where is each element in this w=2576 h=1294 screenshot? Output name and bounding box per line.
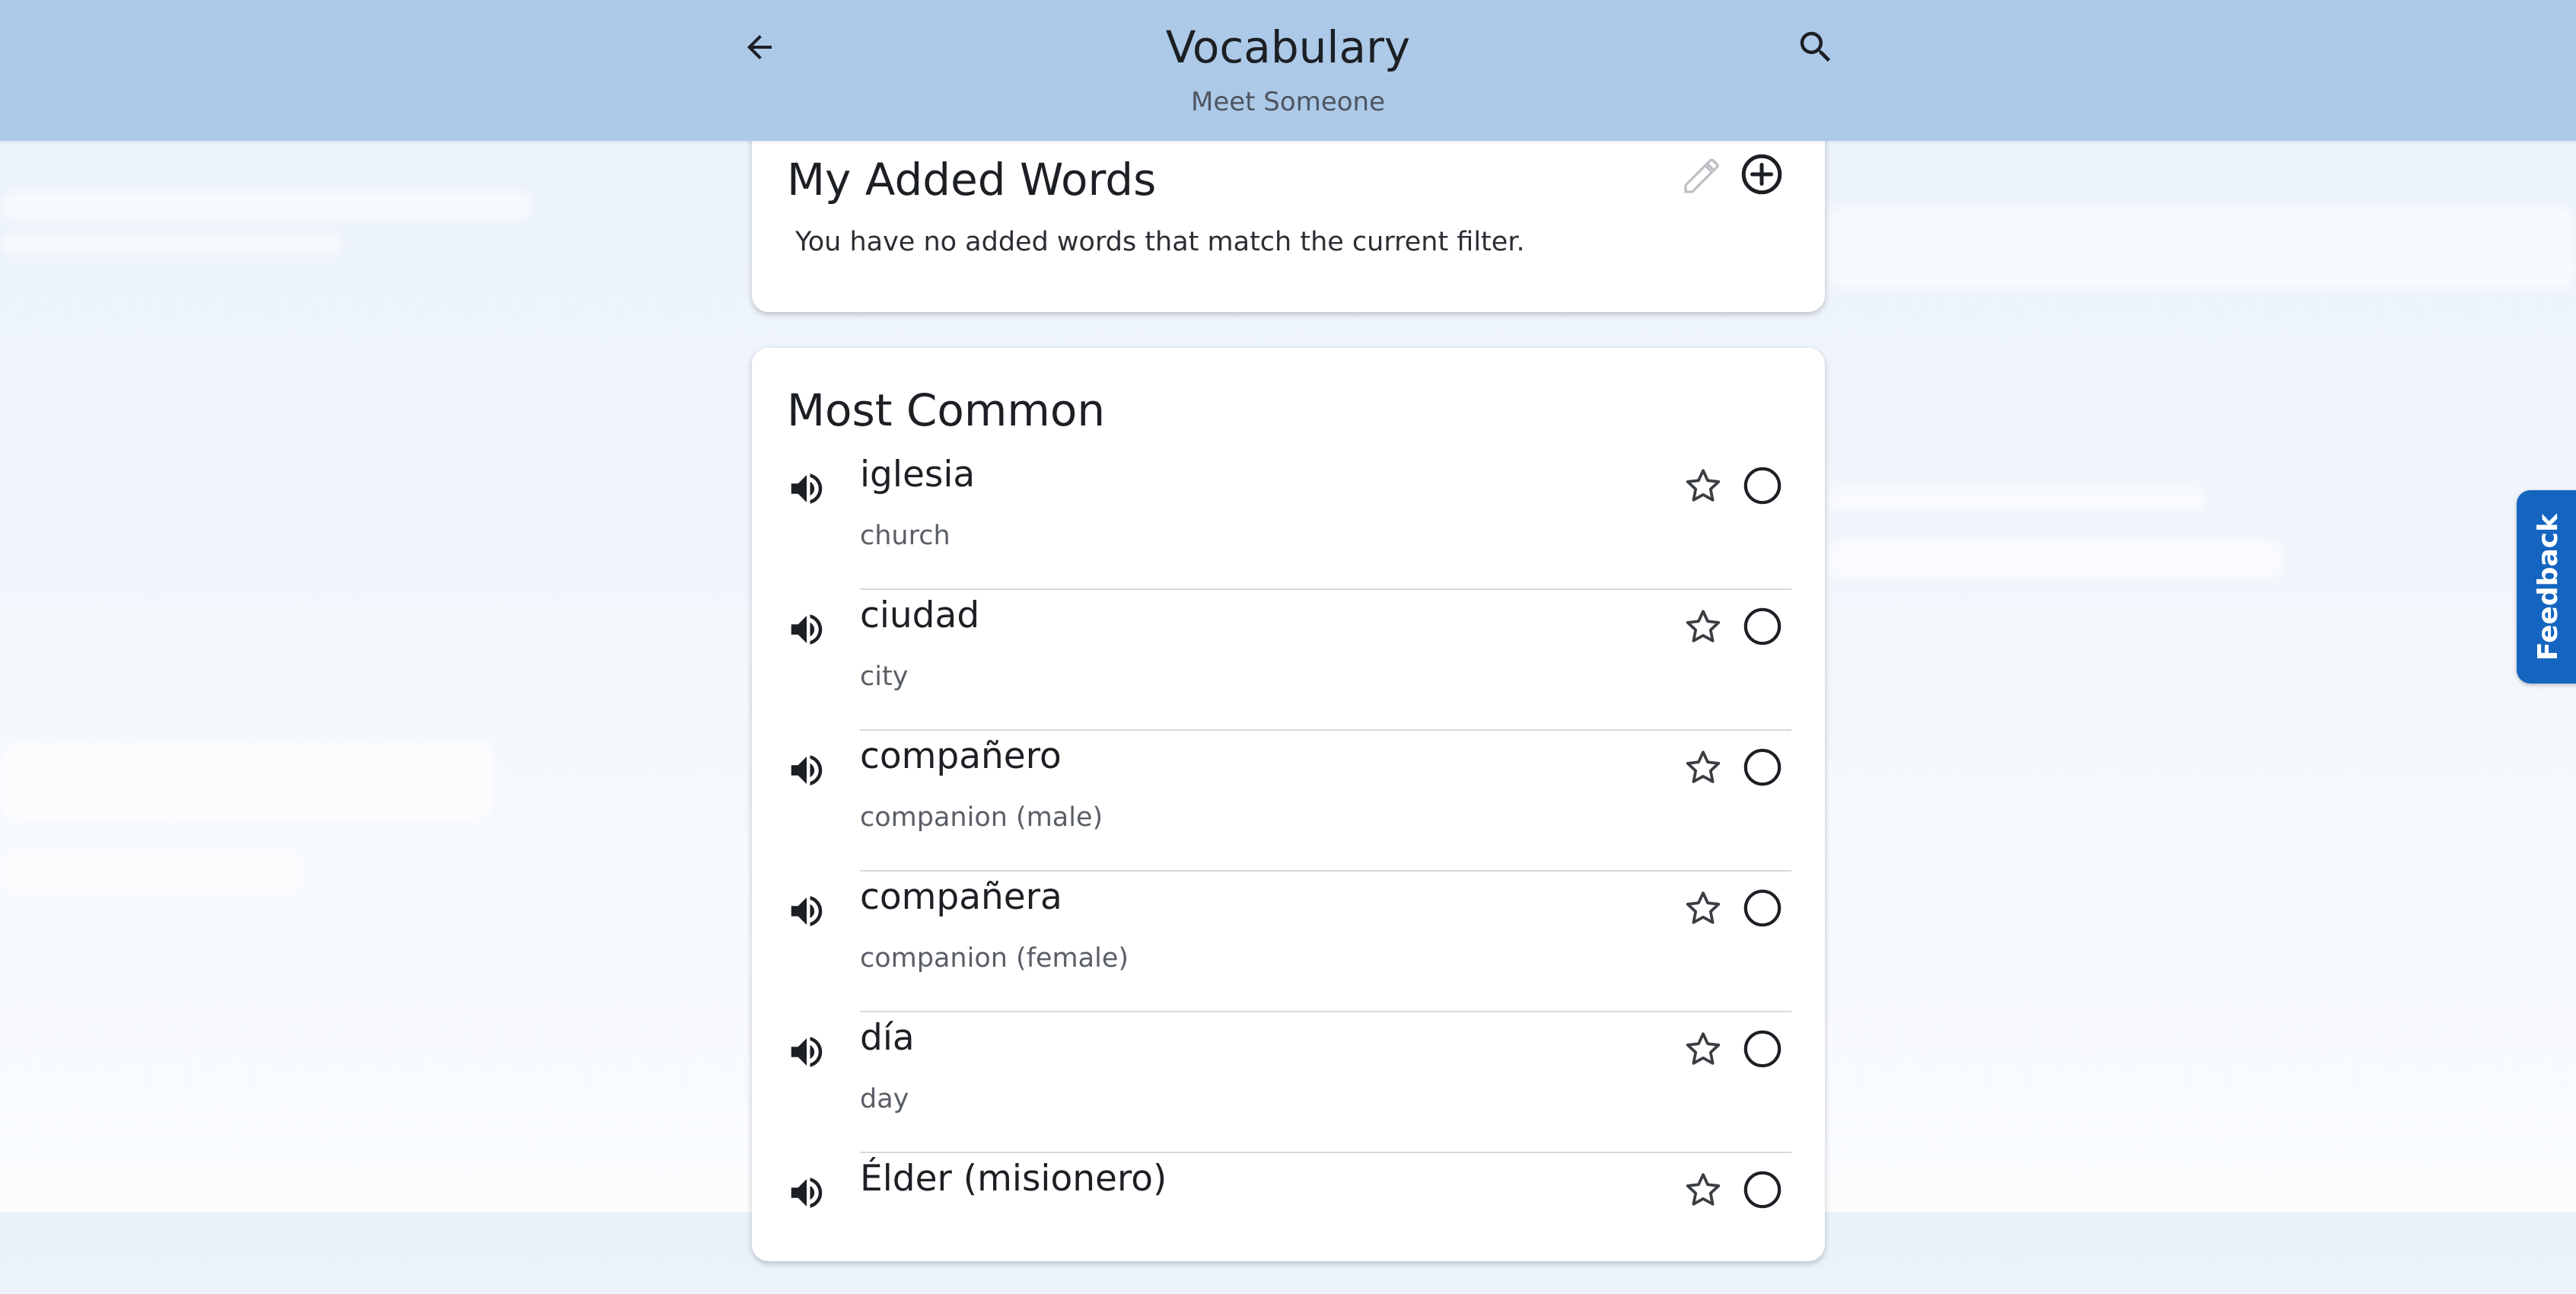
circle-outline-icon [1743,467,1782,505]
word-term: ciudad [860,594,980,636]
circle-outline-icon [1743,1171,1782,1209]
pencil-icon [1684,158,1719,193]
select-toggle[interactable] [1735,1162,1790,1217]
word-translation: church [860,521,950,551]
play-audio-button[interactable] [779,1165,834,1220]
speaker-icon [791,896,823,926]
play-audio-button[interactable] [779,602,834,657]
speaker-icon [791,1178,823,1208]
word-row: día day [752,1012,1825,1153]
background-streak [1826,206,2576,289]
search-icon [1800,31,1831,62]
added-words-title: My Added Words [787,154,1157,206]
play-audio-button[interactable] [779,743,834,798]
page-subtitle: Meet Someone [1191,87,1385,117]
edit-button [1675,149,1728,202]
word-translation: city [860,661,909,692]
circle-outline-icon [1743,607,1782,645]
star-outline-icon [1686,610,1721,642]
star-outline-icon [1686,469,1721,502]
circle-outline-icon [1743,1030,1782,1068]
page-title: Vocabulary [1165,21,1411,73]
favorite-button[interactable] [1676,881,1731,935]
feedback-tab[interactable]: Feedback [2517,490,2576,684]
word-list: iglesia church ciudad city compañero com… [752,449,1825,1294]
word-term: día [860,1017,915,1059]
play-audio-button[interactable] [779,461,834,516]
background-streak [1826,540,2283,578]
speaker-icon [791,614,823,645]
select-toggle[interactable] [1735,599,1790,654]
most-common-title: Most Common [787,384,1106,436]
added-words-card: My Added Words You have no added words t… [752,114,1825,312]
word-row: iglesia church [752,449,1825,590]
select-toggle[interactable] [1735,740,1790,795]
word-row: ciudad city [752,590,1825,731]
star-outline-icon [1686,1032,1721,1065]
star-outline-icon [1686,1173,1721,1206]
select-toggle[interactable] [1735,881,1790,935]
speaker-icon [791,473,823,504]
star-outline-icon [1686,751,1721,783]
word-row: Élder (misionero) [752,1153,1825,1294]
word-term: compañero [860,735,1062,777]
add-word-button[interactable] [1734,146,1790,202]
word-row: compañera companion (female) [752,872,1825,1012]
word-term: iglesia [860,454,976,496]
search-button[interactable] [1785,17,1846,78]
feedback-label: Feedback [2533,513,2565,661]
background-streak [0,738,495,822]
star-outline-icon [1686,891,1721,924]
empty-state-message: You have no added words that match the c… [795,227,1525,257]
word-row: compañero companion (male) [752,731,1825,872]
background-streak [0,232,342,255]
speaker-icon [791,1037,823,1067]
favorite-button[interactable] [1676,599,1731,654]
circle-outline-icon [1743,889,1782,927]
add-circle-icon [1741,154,1782,195]
favorite-button[interactable] [1676,1021,1731,1076]
word-term: compañera [860,876,1062,918]
word-translation: companion (male) [860,802,1103,833]
most-common-card: Most Common iglesia church ciudad city c… [752,348,1825,1261]
background-streak [0,849,304,894]
background-streak [0,190,533,221]
speaker-icon [791,755,823,786]
select-toggle[interactable] [1735,458,1790,513]
favorite-button[interactable] [1676,458,1731,513]
favorite-button[interactable] [1676,740,1731,795]
app-header: Vocabulary Meet Someone [0,0,2576,141]
word-term: Élder (misionero) [860,1158,1167,1200]
circle-outline-icon [1743,748,1782,786]
play-audio-button[interactable] [779,1025,834,1079]
favorite-button[interactable] [1676,1162,1731,1217]
background-streak [1826,487,2207,510]
play-audio-button[interactable] [779,884,834,939]
select-toggle[interactable] [1735,1021,1790,1076]
word-translation: day [860,1084,909,1114]
word-translation: companion (female) [860,943,1129,974]
